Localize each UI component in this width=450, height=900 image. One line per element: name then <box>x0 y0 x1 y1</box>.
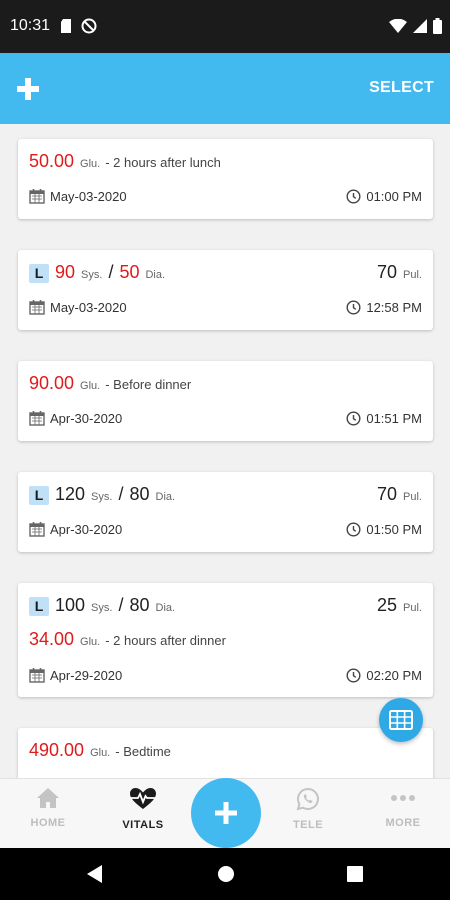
reading-date: Apr-30-2020 <box>50 410 123 426</box>
systolic-value: 90 <box>55 262 76 282</box>
nav-more-label: MORE <box>385 817 421 829</box>
calendar-icon <box>29 300 45 315</box>
glucose-unit: Glu. <box>80 636 101 648</box>
status-time: 10:31 <box>10 17 51 34</box>
reading-date: May-03-2020 <box>50 188 127 204</box>
sd-card-icon <box>61 19 71 33</box>
reading-date: Apr-29-2020 <box>50 667 123 683</box>
separator: / <box>108 262 114 282</box>
pulse-unit: Pul. <box>403 491 422 503</box>
pulse-value: 70 <box>377 262 398 282</box>
glucose-value: 490.00 <box>29 740 85 760</box>
whatsapp-icon <box>296 787 319 811</box>
reading-note: - 2 hours after dinner <box>105 633 226 648</box>
systolic-unit: Sys. <box>91 491 113 503</box>
systolic-unit: Sys. <box>91 602 113 614</box>
diastolic-unit: Dia. <box>145 269 166 281</box>
systolic-value: 120 <box>55 484 86 504</box>
system-nav-bar <box>0 848 450 900</box>
home-icon <box>37 788 59 808</box>
separator: / <box>118 595 124 615</box>
pulse-unit: Pul. <box>403 269 422 281</box>
glucose-unit: Glu. <box>80 158 101 170</box>
signal-icon <box>413 19 427 33</box>
nav-home[interactable]: HOME <box>3 787 93 829</box>
diastolic-unit: Dia. <box>155 491 176 503</box>
no-disturb-icon <box>81 18 97 34</box>
reading-time: 01:00 PM <box>366 188 422 204</box>
add-icon[interactable] <box>14 75 42 103</box>
readings-list[interactable]: 50.00 Glu. - 2 hours after lunch May-03-… <box>0 124 450 778</box>
back-icon[interactable] <box>87 865 103 883</box>
table-view-button[interactable] <box>379 698 423 742</box>
wifi-icon <box>389 19 407 33</box>
reading-time: 01:51 PM <box>366 410 422 426</box>
calendar-icon <box>29 522 45 537</box>
systolic-unit: Sys. <box>81 269 103 281</box>
badge: L <box>29 597 49 616</box>
calendar-icon <box>29 668 45 683</box>
diastolic-value: 80 <box>129 595 150 615</box>
badge: L <box>29 486 49 505</box>
reading-date: May-03-2020 <box>50 299 127 315</box>
reading-card[interactable]: L 100 Sys. / 80 Dia. 25 Pul. 34.00 Glu. … <box>18 583 433 697</box>
reading-time: 02:20 PM <box>366 667 422 683</box>
calendar-icon <box>29 411 45 426</box>
home-circle-icon[interactable] <box>217 865 235 883</box>
glucose-value: 50.00 <box>29 151 75 171</box>
reading-time: 01:50 PM <box>366 521 422 537</box>
glucose-unit: Glu. <box>80 380 101 392</box>
pulse-unit: Pul. <box>403 602 422 614</box>
diastolic-value: 50 <box>119 262 140 282</box>
glucose-value: 34.00 <box>29 629 75 649</box>
reading-time: 12:58 PM <box>366 299 422 315</box>
dots-icon <box>391 795 415 801</box>
heartbeat-icon <box>130 788 156 809</box>
nav-vitals[interactable]: VITALS <box>98 787 188 831</box>
glucose-value: 90.00 <box>29 373 75 393</box>
select-button[interactable]: SELECT <box>369 79 434 97</box>
reading-card[interactable]: 490.00 Glu. - Bedtime <box>18 728 433 778</box>
recents-icon[interactable] <box>347 866 363 882</box>
reading-note: - Bedtime <box>115 744 171 759</box>
nav-vitals-label: VITALS <box>122 819 164 831</box>
nav-more[interactable]: MORE <box>358 787 448 829</box>
diastolic-unit: Dia. <box>155 602 176 614</box>
reading-card[interactable]: 90.00 Glu. - Before dinner Apr-30-2020 0… <box>18 361 433 441</box>
battery-icon <box>433 18 442 34</box>
nav-home-label: HOME <box>30 817 66 829</box>
reading-card[interactable]: L 90 Sys. / 50 Dia. 70 Pul. May-03-2020 … <box>18 250 433 330</box>
table-icon <box>389 710 413 730</box>
reading-card[interactable]: 50.00 Glu. - 2 hours after lunch May-03-… <box>18 139 433 219</box>
reading-note: - 2 hours after lunch <box>105 155 221 170</box>
clock-icon <box>346 410 361 426</box>
glucose-unit: Glu. <box>90 747 111 759</box>
badge: L <box>29 264 49 283</box>
plus-icon <box>215 802 237 824</box>
diastolic-value: 80 <box>129 484 150 504</box>
nav-tele[interactable]: TELE <box>263 787 353 831</box>
clock-icon <box>346 521 361 537</box>
separator: / <box>118 484 124 504</box>
nav-tele-label: TELE <box>292 819 324 831</box>
reading-card[interactable]: L 120 Sys. / 80 Dia. 70 Pul. Apr-30-2020… <box>18 472 433 552</box>
reading-date: Apr-30-2020 <box>50 521 123 537</box>
systolic-value: 100 <box>55 595 86 615</box>
reading-note: - Before dinner <box>105 377 192 392</box>
clock-icon <box>346 667 361 683</box>
pulse-value: 70 <box>377 484 398 504</box>
app-bar: SELECT <box>0 53 450 124</box>
pulse-value: 25 <box>377 595 398 615</box>
calendar-icon <box>29 189 45 204</box>
clock-icon <box>346 188 361 204</box>
add-reading-button[interactable] <box>191 778 261 848</box>
status-bar: 10:31 <box>0 0 450 53</box>
clock-icon <box>346 299 361 315</box>
